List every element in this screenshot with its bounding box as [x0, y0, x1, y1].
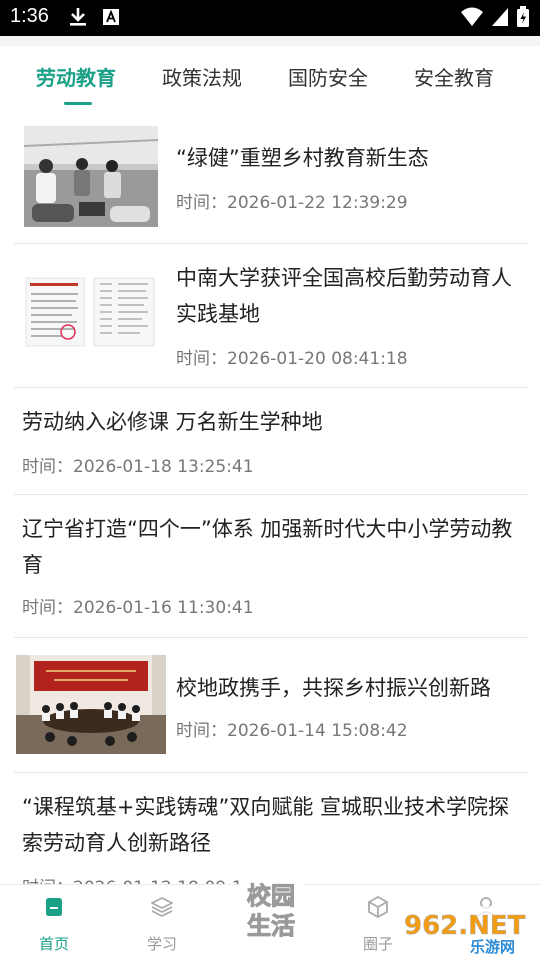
tab-labor-education[interactable]: 劳动教育 [36, 62, 116, 91]
tab-national-defense[interactable]: 国防安全 [288, 62, 368, 91]
article-thumbnail [22, 274, 158, 350]
logo-text-line1: 校园 [247, 882, 295, 910]
site-watermark: 962.NET 乐游网 [400, 906, 536, 956]
list-item[interactable]: 劳动纳入必修课 万名新生学种地 时间：2026-01-18 13:25:41 [14, 388, 528, 495]
article-list: “绿健”重塑乡村教育新生态 时间：2026-01-22 12:39:29 中南大… [0, 110, 540, 884]
article-time: 时间：2026-01-14 15:08:42 [176, 721, 408, 741]
article-title: 中南大学获评全国高校后勤劳动育人实践基地 [176, 266, 512, 326]
watermark-brand: 962.NET [404, 911, 526, 941]
cube-icon [368, 896, 388, 918]
layers-icon [151, 897, 173, 917]
wifi-icon [461, 7, 483, 26]
article-time: 时间：2026-01-16 11:30:41 [22, 598, 254, 618]
campus-life-logo[interactable]: 校园 生活 [226, 864, 316, 954]
article-title: 校地政携手，共探乡村振兴创新路 [176, 676, 491, 700]
tab-safety-education[interactable]: 安全教育 [414, 62, 494, 91]
home-icon [46, 898, 62, 916]
list-item[interactable]: 校地政携手，共探乡村振兴创新路 时间：2026-01-14 15:08:42 [14, 638, 528, 773]
header-gap [0, 36, 540, 46]
list-item[interactable]: “绿健”重塑乡村教育新生态 时间：2026-01-22 12:39:29 [14, 110, 528, 244]
article-time: 时间：2026-01-18 13:25:41 [22, 457, 254, 477]
article-title: 辽宁省打造“四个一”体系 加强新时代大中小学劳动教育 [22, 517, 513, 577]
article-time: 时间：2026-01-22 12:39:29 [176, 193, 408, 213]
meeting-room-photo [16, 655, 166, 754]
nav-study[interactable]: 学习 [108, 885, 216, 960]
category-tabs: 劳动教育 政策法规 国防安全 安全教育 [0, 46, 540, 110]
tab-policy-regulations[interactable]: 政策法规 [162, 62, 242, 91]
nav-home-label: 首页 [38, 935, 69, 953]
nav-home[interactable]: 首页 [0, 885, 108, 960]
status-bar: 1:36 [0, 0, 540, 36]
article-title: “课程筑基+实践铸魂”双向赋能 宣城职业技术学院探索劳动育人创新路径 [22, 795, 510, 855]
cell-signal-icon [492, 8, 508, 26]
logo-text-line2: 生活 [247, 912, 295, 940]
article-title: “绿健”重塑乡村教育新生态 [176, 146, 429, 170]
watermark-sub: 乐游网 [470, 938, 515, 956]
list-item[interactable]: 辽宁省打造“四个一”体系 加强新时代大中小学劳动教育 时间：2026-01-16… [14, 495, 528, 638]
download-icon [70, 8, 86, 26]
status-time: 1:36 [10, 5, 49, 27]
article-thumbnail [16, 655, 166, 754]
document-scan-photo [22, 274, 158, 350]
article-title: 劳动纳入必修课 万名新生学种地 [22, 410, 323, 434]
article-thumbnail [24, 126, 158, 227]
a-icon [103, 9, 119, 25]
active-tab-indicator [64, 102, 92, 105]
children-planting-photo [24, 126, 158, 227]
nav-study-label: 学习 [146, 935, 177, 953]
list-item[interactable]: 中南大学获评全国高校后勤劳动育人实践基地 时间：2026-01-20 08:41… [14, 244, 528, 388]
battery-icon [517, 6, 529, 27]
article-time: 时间：2026-01-20 08:41:18 [176, 349, 408, 369]
article-time: 时间：2026-01-12 18:09:1 [22, 873, 243, 884]
